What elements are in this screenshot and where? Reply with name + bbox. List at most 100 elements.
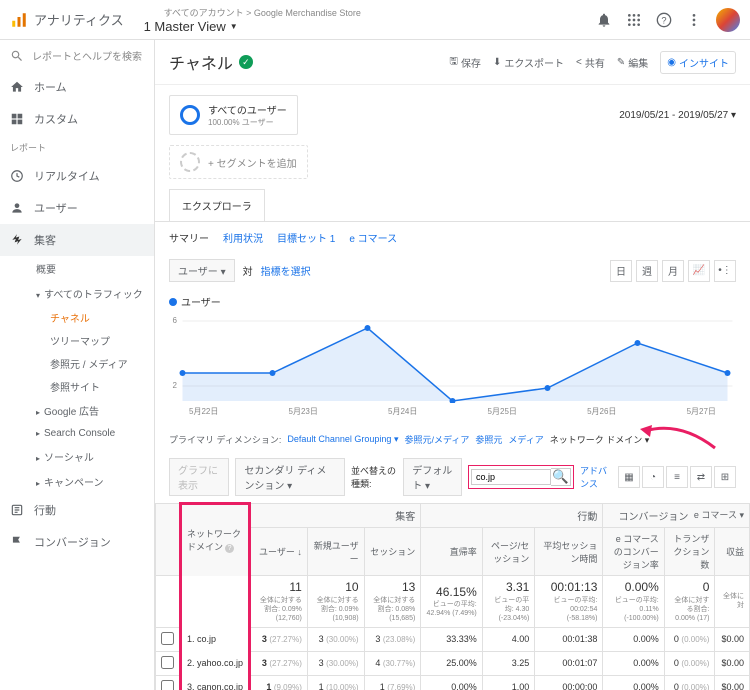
nav-section-reports: レポート (0, 135, 154, 160)
subtab-usage[interactable]: 利用状況 (223, 230, 263, 245)
nav-acq-campaigns[interactable]: キャンペーン (0, 469, 154, 494)
more-icon[interactable] (686, 12, 702, 28)
cell-new-users: 3 (30.00%) (307, 627, 364, 651)
chart-type-line-icon[interactable]: 📈 (688, 260, 710, 282)
granularity-week[interactable]: 週 (636, 260, 658, 282)
dim-medium[interactable]: メディア (508, 433, 543, 446)
date-range-picker[interactable]: 2019/05/21 - 2019/05/27 ▾ (619, 110, 736, 121)
col-header-revenue[interactable]: 収益 (715, 528, 750, 576)
table-row: 1. co.jp3 (27.27%)3 (30.00%)3 (23.08%)33… (156, 627, 750, 651)
cell-users: 3 (27.27%) (250, 627, 308, 651)
cell-domain[interactable]: 1. co.jp (181, 627, 250, 651)
sidebar-search[interactable]: レポートとヘルプを検索 (0, 40, 154, 71)
nav-conversions[interactable]: コンバージョン (0, 526, 154, 558)
behavior-icon (10, 503, 24, 517)
metric-select-link[interactable]: 指標を選択 (261, 263, 311, 278)
acquisition-icon (10, 233, 24, 247)
sort-type-dropdown[interactable]: デフォルト ▾ (403, 458, 462, 496)
dim-source-medium[interactable]: 参照元/メディア (404, 433, 469, 446)
col-header-bounce[interactable]: 直帰率 (421, 528, 482, 576)
segment-all-users[interactable]: すべてのユーザー100.00% ユーザー (169, 95, 298, 135)
edit-button[interactable]: ✎ 編集 (617, 55, 648, 70)
col-header-users[interactable]: ユーザー ↓ (250, 528, 308, 576)
nav-acq-overview[interactable]: 概要 (0, 256, 154, 281)
cell-sessions: 4 (30.77%) (364, 651, 421, 675)
product-name: アナリティクス (34, 10, 124, 29)
cell-bounce: 33.33% (421, 627, 482, 651)
nav-custom[interactable]: カスタム (0, 103, 154, 135)
col-header-new-users[interactable]: 新規ユーザー (307, 528, 364, 576)
nav-acq-referrals[interactable]: 参照サイト (0, 375, 154, 398)
cell-pages: 4.00 (482, 627, 535, 651)
col-header-sessions[interactable]: セッション (364, 528, 421, 576)
share-button[interactable]: < 共有 (576, 55, 605, 70)
nav-audience[interactable]: ユーザー (0, 192, 154, 224)
user-avatar[interactable] (716, 8, 740, 32)
table-summary-row: 11全体に対する割合: 0.09% (12,760) 10全体に対する割合: 0… (156, 576, 750, 628)
nav-acq-google-ads[interactable]: Google 広告 (0, 398, 154, 423)
apps-icon[interactable] (626, 12, 642, 28)
analytics-logo-icon (10, 11, 28, 29)
help-icon[interactable]: ? (656, 12, 672, 28)
dashboard-icon (10, 112, 24, 126)
secondary-dimension-dropdown[interactable]: セカンダリ ディメンション ▾ (235, 458, 345, 496)
nav-acq-search-console[interactable]: Search Console (0, 423, 154, 444)
subtab-ecom[interactable]: e コマース (349, 230, 397, 245)
nav-realtime[interactable]: リアルタイム (0, 160, 154, 192)
col-header-ecom-rate[interactable]: e コマースのコンバージョン率 (603, 528, 664, 576)
nav-acq-all-traffic[interactable]: すべてのトラフィック (0, 281, 154, 306)
chart-type-motion-icon[interactable]: •⋮ (714, 260, 736, 282)
row-checkbox[interactable] (161, 632, 174, 645)
view-pivot-icon[interactable]: ⊞ (714, 466, 736, 488)
nav-acq-social[interactable]: ソーシャル (0, 444, 154, 469)
cell-bounce: 25.00% (421, 651, 482, 675)
add-segment-button[interactable]: + セグメントを追加 (169, 145, 308, 179)
dim-network-domain[interactable]: ネットワーク ドメイン ▾ (550, 433, 650, 446)
tab-explorer[interactable]: エクスプローラ (169, 189, 265, 221)
advanced-filter-link[interactable]: アドバンス (580, 464, 612, 490)
notifications-icon[interactable] (596, 12, 612, 28)
sort-type-label: 並べ替えの種類: (351, 464, 397, 490)
save-button[interactable]: 🖫 保存 (449, 54, 481, 71)
nav-acq-treemap[interactable]: ツリーマップ (0, 329, 154, 352)
nav-acquisition[interactable]: 集客 (0, 224, 154, 256)
granularity-day[interactable]: 日 (610, 260, 632, 282)
view-percentage-icon[interactable]: ◔ (642, 466, 664, 488)
cell-sessions: 1 (7.69%) (364, 675, 421, 690)
col-header-trans[interactable]: トランザクション数 (664, 528, 715, 576)
nav-home[interactable]: ホーム (0, 71, 154, 103)
view-performance-icon[interactable]: ≡ (666, 466, 688, 488)
export-button[interactable]: ⬇ エクスポート (493, 55, 564, 70)
nav-acq-channels[interactable]: チャネル (0, 306, 154, 329)
cell-domain[interactable]: 3. canon.co.jp (181, 675, 250, 690)
vs-label: 対 (243, 263, 253, 278)
subtab-goals[interactable]: 目標セット 1 (277, 230, 335, 245)
home-icon (10, 80, 24, 94)
col-header-duration[interactable]: 平均セッション時間 (535, 528, 603, 576)
insight-button[interactable]: ◉インサイト (660, 51, 736, 74)
cell-duration: 00:01:38 (535, 627, 603, 651)
subtab-summary[interactable]: サマリー (169, 230, 209, 245)
metric-dropdown[interactable]: ユーザー ▾ (169, 259, 235, 282)
plot-rows-button[interactable]: グラフに表示 (169, 458, 229, 496)
nav-acq-source-medium[interactable]: 参照元 / メディア (0, 352, 154, 375)
row-checkbox[interactable] (161, 656, 174, 669)
user-icon (10, 201, 24, 215)
svg-text:6: 6 (173, 316, 178, 325)
cell-ecom-rate: 0.00% (603, 627, 664, 651)
nav-behavior[interactable]: 行動 (0, 494, 154, 526)
dim-source[interactable]: 参照元 (475, 433, 502, 446)
line-chart: 6 2 (169, 313, 736, 403)
table-search-button[interactable]: 🔍 (551, 468, 571, 486)
cell-domain[interactable]: 2. yahoo.co.jp (181, 651, 250, 675)
cell-ecom-rate: 0.00% (603, 675, 664, 690)
table-search-input[interactable] (471, 469, 551, 485)
col-header-pages[interactable]: ページ/セッション (482, 528, 535, 576)
view-comparison-icon[interactable]: ⇄ (690, 466, 712, 488)
verified-badge-icon: ✓ (239, 55, 253, 69)
dim-default-channel[interactable]: Default Channel Grouping ▾ (287, 434, 398, 445)
view-selector[interactable]: 1 Master View ▼ (144, 19, 361, 34)
view-table-icon[interactable]: ▦ (618, 466, 640, 488)
row-checkbox[interactable] (161, 680, 174, 690)
granularity-month[interactable]: 月 (662, 260, 684, 282)
